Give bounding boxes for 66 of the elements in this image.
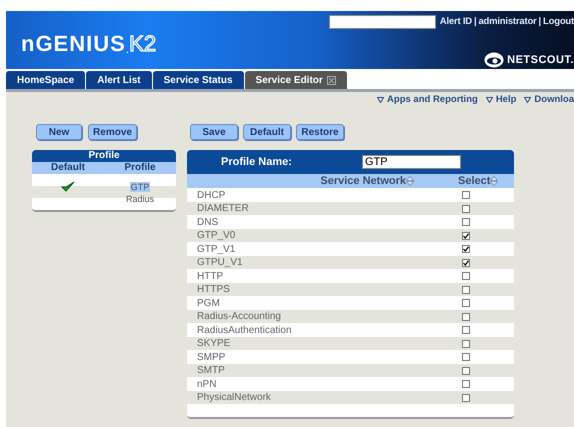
checkbox[interactable] [462, 353, 470, 361]
table-cell-text: GTPU_V1 [196, 256, 244, 269]
checkbox[interactable] [462, 245, 470, 253]
panel-title: Profile [32, 150, 176, 162]
table-cell-text: PGM [196, 296, 221, 310]
table-cell-text: GTP_V1 [196, 242, 236, 256]
table-cell-text: SMTP [196, 364, 226, 377]
checkbox[interactable] [462, 299, 470, 307]
checkbox[interactable] [462, 286, 470, 294]
table-cell-text: HTTPS [196, 283, 231, 296]
button[interactable]: Default [243, 124, 291, 140]
tab[interactable]: HomeSpace [6, 71, 86, 89]
header-link[interactable]: Alert ID [440, 15, 472, 30]
profile-name-field[interactable]: GTP [362, 155, 461, 170]
column-header[interactable]: Service Network [320, 174, 406, 188]
checkbox[interactable] [462, 326, 470, 334]
column-header: Default Profile [32, 162, 176, 174]
button[interactable]: New [36, 124, 82, 140]
profile-name[interactable]: Radius [124, 194, 155, 204]
sort-icon[interactable] [406, 176, 414, 186]
table-cell-text: GTP_V0 [196, 229, 236, 242]
tab[interactable]: Alert List [86, 71, 152, 89]
separator: | [538, 15, 542, 29]
field-label: Profile Name: [220, 155, 293, 170]
checkbox[interactable] [462, 204, 470, 212]
menu-link[interactable]: Help [496, 93, 516, 108]
button[interactable]: Restore [296, 124, 344, 140]
table-cell-text: HTTP [196, 270, 224, 282]
checkbox[interactable] [462, 218, 470, 226]
table-cell-text: Radius-Accounting [196, 310, 282, 323]
checkbox[interactable] [462, 258, 470, 266]
checkbox[interactable] [462, 191, 470, 199]
tab[interactable]: Service Status [152, 71, 244, 89]
profile-name[interactable]: GTP [130, 182, 150, 192]
menu-link[interactable]: Downloa [534, 93, 574, 108]
button[interactable]: Save [190, 124, 238, 140]
table-cell-text: SMPP [196, 350, 226, 364]
table-cell-text: RadiusAuthentication [196, 324, 293, 336]
checkbox[interactable] [462, 380, 470, 388]
table-cell-text: nPN [196, 378, 218, 390]
close-icon[interactable] [326, 76, 336, 84]
button[interactable]: Remove [88, 124, 137, 140]
alert-id-field[interactable] [328, 15, 436, 30]
table-cell-text: SKYPE [196, 337, 232, 350]
table-cell-text: DHCP [196, 188, 226, 202]
sort-icon[interactable] [490, 176, 498, 186]
header-link[interactable]: administrator [478, 15, 537, 30]
tab[interactable]: Service Editor [244, 71, 347, 89]
table-cell-text: DNS [196, 216, 220, 228]
product-logo: nGENIUS.K2 [21, 33, 156, 55]
checkbox[interactable] [462, 394, 470, 402]
checkbox[interactable] [462, 312, 470, 320]
dropdown-icon [377, 97, 384, 104]
checkbox[interactable] [462, 272, 470, 280]
checkbox[interactable] [462, 232, 470, 240]
brand-logo: NETSCOUT. [507, 53, 574, 68]
dropdown-icon [524, 97, 532, 104]
table-cell-text: DIAMETER [196, 202, 250, 215]
menu-link[interactable]: Apps and Reporting [387, 93, 478, 108]
table-cell-text: PhysicalNetwork [196, 391, 272, 404]
header-link[interactable]: Logout [543, 15, 574, 30]
column-header[interactable]: Select [458, 174, 490, 188]
checkbox[interactable] [462, 366, 470, 374]
separator: | [474, 15, 476, 29]
checkbox[interactable] [462, 340, 470, 348]
dropdown-icon [486, 97, 493, 104]
